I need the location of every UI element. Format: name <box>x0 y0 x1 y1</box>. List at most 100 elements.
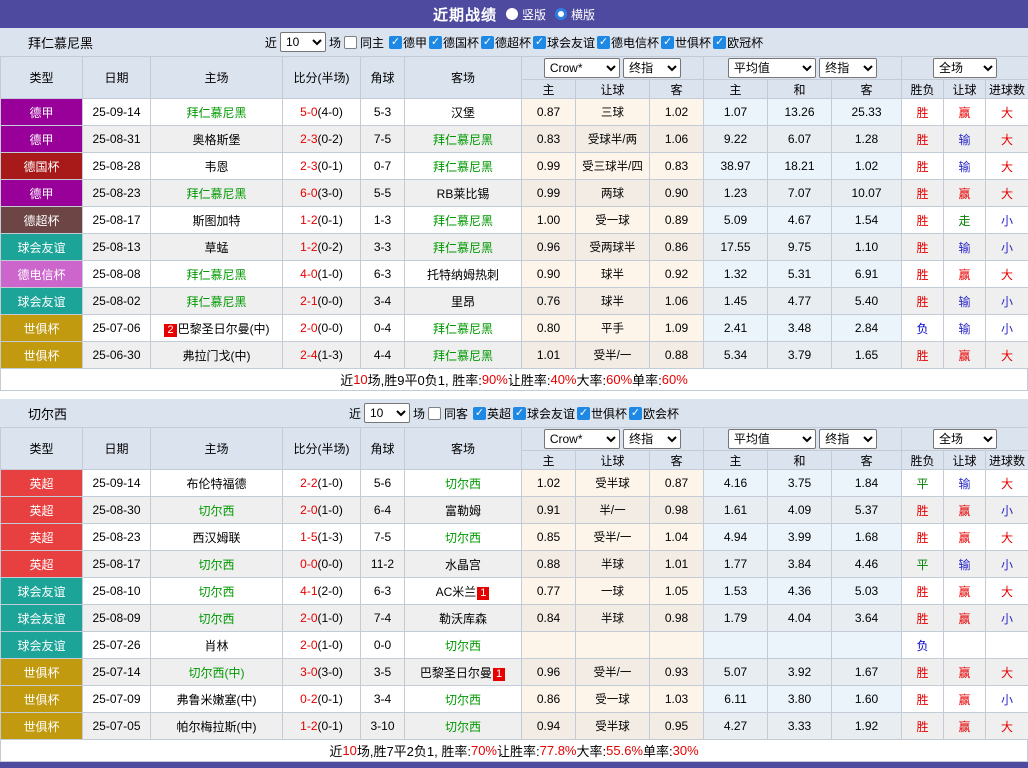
home-team[interactable]: 帕尔梅拉斯(中) <box>177 720 257 734</box>
away-team[interactable]: 切尔西 <box>445 639 481 653</box>
league-filter-checkbox[interactable]: ✓ <box>661 36 674 49</box>
away-team[interactable]: 切尔西 <box>445 693 481 707</box>
away-team-cell: RB莱比锡 <box>405 180 522 207</box>
away-team[interactable]: 拜仁慕尼黑 <box>433 160 493 174</box>
same-venue-checkbox[interactable] <box>428 407 441 420</box>
league-filter-label: 德国杯 <box>443 34 479 51</box>
league-filter-checkbox[interactable]: ✓ <box>389 36 402 49</box>
away-team[interactable]: 拜仁慕尼黑 <box>433 214 493 228</box>
league-filter-checkbox[interactable]: ✓ <box>533 36 546 49</box>
fulltime-score: 1-2 <box>300 213 317 227</box>
summary-label: 让胜率: <box>508 370 551 389</box>
result-wdl: 平 <box>902 470 944 497</box>
avg-time-select[interactable]: 终指 <box>819 429 877 449</box>
league-filter-checkbox[interactable]: ✓ <box>713 36 726 49</box>
result-goals: 大 <box>986 713 1028 740</box>
league-filter-checkbox[interactable]: ✓ <box>429 36 442 49</box>
league-filter-checkbox[interactable]: ✓ <box>629 407 642 420</box>
avg-group-header: 平均值 终指 <box>704 57 902 80</box>
away-team[interactable]: 富勒姆 <box>445 504 481 518</box>
away-team[interactable]: AC米兰 <box>436 585 477 599</box>
bookmaker-select[interactable]: Crow* <box>544 429 620 449</box>
result-goals: 小 <box>986 497 1028 524</box>
handicap: 两球 <box>576 180 650 207</box>
layout-radio-vertical[interactable]: 竖版 <box>506 6 546 23</box>
match-count-select[interactable]: 10 <box>280 32 326 52</box>
league-filter-checkbox[interactable]: ✓ <box>597 36 610 49</box>
score: 1-5(1-3) <box>283 524 361 551</box>
home-team[interactable]: 弗拉门戈(中) <box>183 349 251 363</box>
away-team[interactable]: 勒沃库森 <box>439 612 487 626</box>
summary-line: 近10场,胜7平2负1, 胜率:70% 让胜率:77.8% 大率:55.6% 单… <box>0 740 1028 762</box>
avg-group-header: 平均值 终指 <box>704 428 902 451</box>
handicap: 受一球 <box>576 207 650 234</box>
away-team[interactable]: 切尔西 <box>445 720 481 734</box>
scope-select[interactable]: 全场 <box>933 58 997 78</box>
away-team[interactable]: 巴黎圣日尔曼 <box>420 666 492 680</box>
home-team[interactable]: 拜仁慕尼黑 <box>186 106 246 120</box>
home-team[interactable]: 斯图加特 <box>192 214 240 228</box>
league-filter-label: 德甲 <box>403 34 427 51</box>
avg-home-odds: 17.55 <box>704 234 768 261</box>
league-filter-checkbox[interactable]: ✓ <box>577 407 590 420</box>
odds-time-select[interactable]: 终指 <box>623 429 681 449</box>
away-team[interactable]: 里昂 <box>451 295 475 309</box>
odds-home <box>522 632 576 659</box>
home-team[interactable]: 肖林 <box>204 639 228 653</box>
away-team[interactable]: 汉堡 <box>451 106 475 120</box>
away-team[interactable]: 拜仁慕尼黑 <box>433 322 493 336</box>
away-team[interactable]: 拜仁慕尼黑 <box>433 133 493 147</box>
league-filter-checkbox[interactable]: ✓ <box>473 407 486 420</box>
summary-value: 10 <box>342 743 356 758</box>
home-team[interactable]: 布伦特福德 <box>186 477 246 491</box>
score: 2-0(1-0) <box>283 632 361 659</box>
handicap: 三球 <box>576 99 650 126</box>
avg-draw-odds: 4.77 <box>768 288 832 315</box>
home-team[interactable]: 西汉姆联 <box>192 531 240 545</box>
average-select[interactable]: 平均值 <box>728 429 816 449</box>
league-badge: 球会友谊 <box>1 632 83 659</box>
away-team[interactable]: 托特纳姆热刺 <box>427 268 499 282</box>
average-select[interactable]: 平均值 <box>728 58 816 78</box>
home-team[interactable]: 切尔西 <box>198 558 234 572</box>
radio-icon-vertical[interactable] <box>506 8 518 20</box>
same-venue-checkbox[interactable] <box>344 36 357 49</box>
league-filter-checkbox[interactable]: ✓ <box>481 36 494 49</box>
corner-score: 7-4 <box>361 605 405 632</box>
table-row: 英超25-08-17切尔西0-0(0-0)11-2水晶宫0.88半球1.011.… <box>1 551 1028 578</box>
home-team[interactable]: 拜仁慕尼黑 <box>186 295 246 309</box>
avg-time-select[interactable]: 终指 <box>819 58 877 78</box>
bookmaker-select[interactable]: Crow* <box>544 58 620 78</box>
match-count-select[interactable]: 10 <box>364 403 410 423</box>
home-team[interactable]: 巴黎圣日尔曼(中) <box>178 322 270 336</box>
sub-header-odds-away: 客 <box>650 80 704 99</box>
avg-home-odds: 1.23 <box>704 180 768 207</box>
away-team[interactable]: RB莱比锡 <box>437 187 490 201</box>
home-team[interactable]: 奥格斯堡 <box>192 133 240 147</box>
away-team[interactable]: 拜仁慕尼黑 <box>433 349 493 363</box>
result-goals: 小 <box>986 288 1028 315</box>
league-filter-checkbox[interactable]: ✓ <box>513 407 526 420</box>
odds-time-select[interactable]: 终指 <box>623 58 681 78</box>
away-team[interactable]: 拜仁慕尼黑 <box>433 241 493 255</box>
radio-icon-horizontal[interactable] <box>555 8 567 20</box>
summary-label: 大率: <box>577 741 607 760</box>
home-team[interactable]: 切尔西 <box>198 585 234 599</box>
away-team[interactable]: 水晶宫 <box>445 558 481 572</box>
result-handicap: 输 <box>944 470 986 497</box>
away-team[interactable]: 切尔西 <box>445 477 481 491</box>
avg-home-odds: 5.07 <box>704 659 768 686</box>
home-team[interactable]: 切尔西 <box>198 612 234 626</box>
home-team[interactable]: 切尔西(中) <box>189 666 245 680</box>
scope-select[interactable]: 全场 <box>933 429 997 449</box>
avg-draw-odds: 3.48 <box>768 315 832 342</box>
home-team[interactable]: 弗鲁米嫩塞(中) <box>177 693 257 707</box>
avg-draw-odds: 4.04 <box>768 605 832 632</box>
home-team[interactable]: 拜仁慕尼黑 <box>186 268 246 282</box>
home-team[interactable]: 草蜢 <box>204 241 228 255</box>
home-team[interactable]: 切尔西 <box>198 504 234 518</box>
home-team[interactable]: 拜仁慕尼黑 <box>186 187 246 201</box>
away-team[interactable]: 切尔西 <box>445 531 481 545</box>
home-team[interactable]: 韦恩 <box>204 160 228 174</box>
layout-radio-horizontal[interactable]: 横版 <box>555 6 595 23</box>
